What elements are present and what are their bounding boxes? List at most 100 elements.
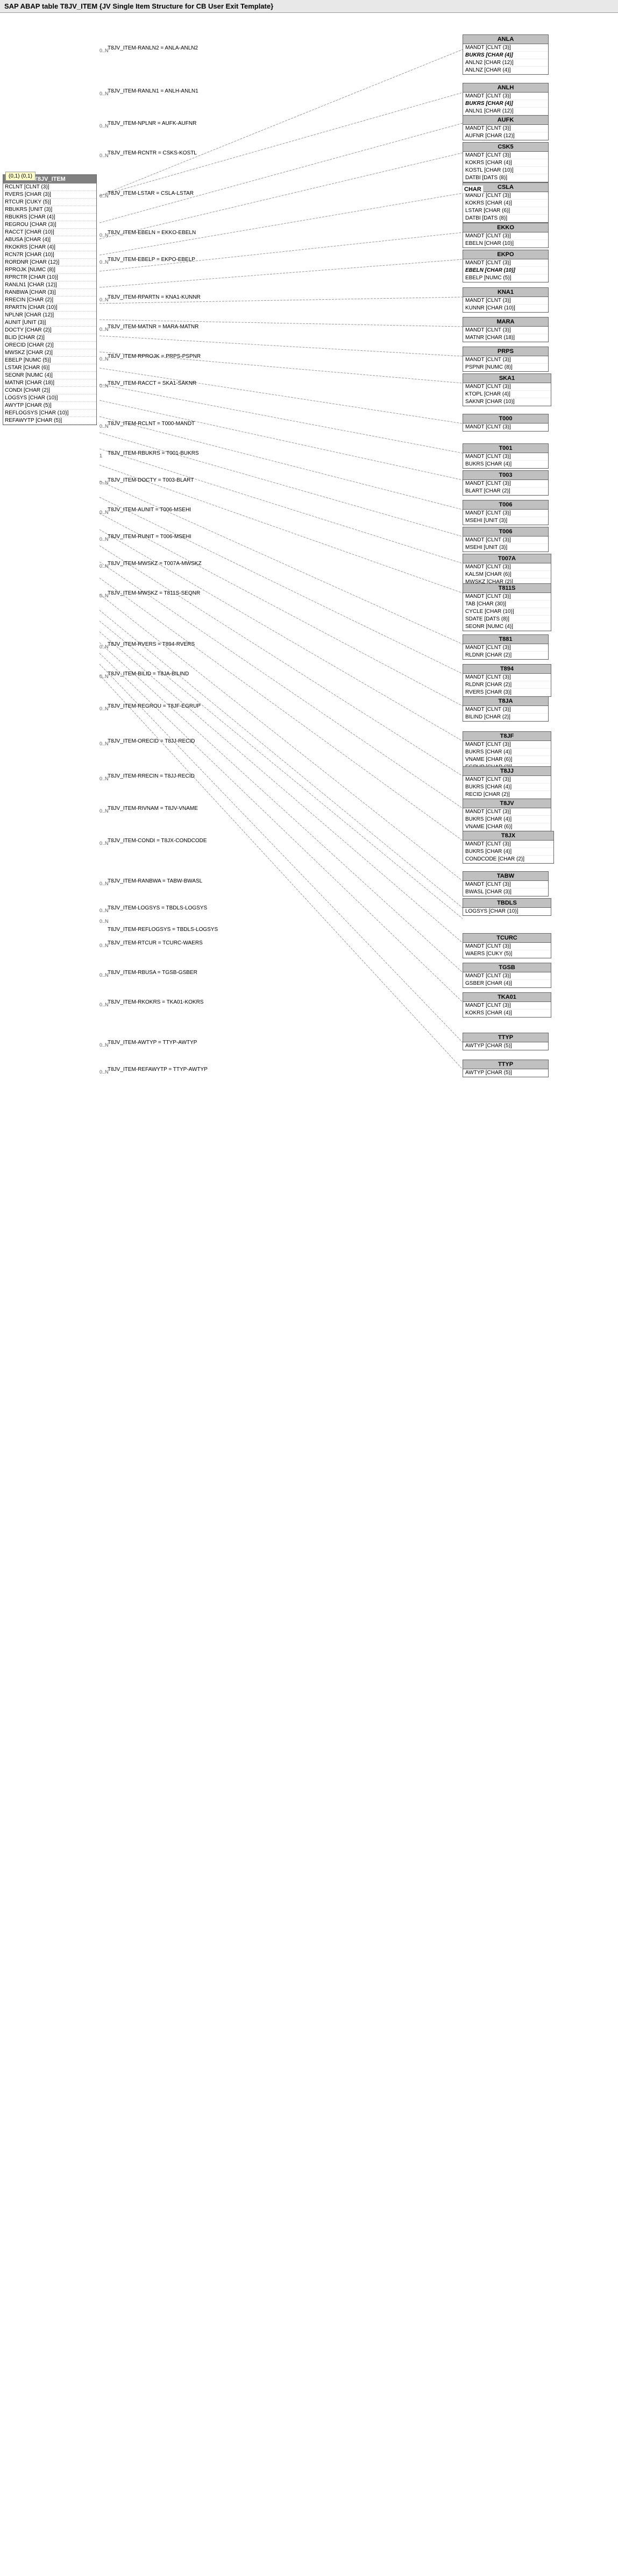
mult-0n-prps: 0..N [100, 356, 109, 362]
t006r-msehi: MSEHI [UNIT (3)] [463, 544, 548, 552]
table-t001: T001 MANDT [CLNT (3)] BUKRS [CHAR (4)] [463, 443, 549, 469]
table-tabw: TABW MANDT [CLNT (3)] BWASL [CHAR (3)] [463, 871, 549, 897]
table-ekpo: EKPO MANDT [CLNT (3)] EBELN [CHAR (10)] … [463, 250, 549, 283]
anlh-anln1: ANLN1 [CHAR (12)] [463, 108, 548, 115]
table-ekko-header: EKKO [463, 223, 548, 232]
assoc-matnr: T8JV_ITEM-MATNR = MARA-MATNR [108, 324, 198, 330]
mult-0n-anlh: 0..N [100, 91, 109, 96]
table-tka01: TKA01 MANDT [CLNT (3)] KOKRS [CHAR (4)] [463, 992, 551, 1018]
table-anlh: ANLH MANDT [CLNT (3)] BUKRS [CHAR (4)] A… [463, 83, 549, 116]
field-rvers: RVERS [CHAR (3)] [3, 191, 96, 199]
table-tcurc-header: TCURC [463, 934, 551, 943]
t003-blart: BLART [CHAR (2)] [463, 488, 548, 495]
field-reflogsys: REFLOGSYS [CHAR (10)] [3, 410, 96, 417]
table-t881: T881 MANDT [CLNT (3)] RLDNR [CHAR (2)] [463, 634, 549, 660]
table-t8ja: T8JA MANDT [CLNT (3)] BILIND [CHAR (2)] [463, 696, 549, 722]
csk5-mandt: MANDT [CLNT (3)] [463, 152, 548, 159]
mult-0n-t894: 0..N [100, 674, 109, 679]
table-t006-aunit-header: T006 [463, 500, 548, 510]
assoc-rtcur: T8JV_ITEM-RTCUR = TCURC-WAERS [108, 940, 203, 946]
table-tgsb-header: TGSB [463, 963, 551, 972]
field-aunit: AUNIT [UNIT (3)] [3, 319, 96, 327]
mult-0n-t8jx: 0..N [100, 841, 109, 846]
assoc-rpartn: T8JV_ITEM-RPARTN = KNA1-KUNNR [108, 294, 201, 300]
mult-0n-kna1: 0..N [100, 297, 109, 302]
t000-mandt: MANDT [CLNT (3)] [463, 424, 548, 431]
assoc-ranln1: T8JV_ITEM-RANLN1 = ANLH-ANLN1 [108, 88, 198, 94]
table-t006-aunit: T006 MANDT [CLNT (3)] MSEHI [UNIT (3)] [463, 500, 549, 525]
table-ska1-header: SKA1 [463, 374, 551, 383]
table-t8jj-rrecin: T8JV MANDT [CLNT (3)] BUKRS [CHAR (4)] V… [463, 799, 551, 831]
prps-mandt: MANDT [CLNT (3)] [463, 356, 548, 364]
csla-lstar: LSTAR [CHAR (6)] [463, 207, 548, 215]
t811s-sdate: SDATE [DATS (8)] [463, 616, 551, 623]
assoc-ranbwa: T8JV_ITEM-RANBWA = TABW-BWASL [108, 878, 202, 884]
t8jj-mandt: MANDT [CLNT (3)] [463, 776, 551, 784]
assoc-ebeln: T8JV_ITEM-EBELN = EKKO-EBELN [108, 230, 196, 236]
t8jj-recid: RECID [CHAR (2)] [463, 791, 551, 799]
t894-mandt: MANDT [CLNT (3)] [463, 674, 551, 681]
t8ja-bilind: BILIND [CHAR (2)] [463, 714, 548, 721]
csla-datbi: DATBI [DATS (8)] [463, 215, 548, 222]
mult-0n-tbdls: 0..N [100, 908, 109, 913]
table-t811s-header: T811S [463, 584, 551, 593]
anlh-mandt: MANDT [CLNT (3)] [463, 93, 548, 100]
assoc-rprojk: T8JV_ITEM-RPROJK = PRPS-PSPNR [108, 354, 201, 359]
table-ttyp-awtyp: TTYP AWTYP [CHAR (5)] [463, 1033, 549, 1050]
field-logsys: LOGSYS [CHAR (10)] [3, 394, 96, 402]
assoc-rivnam: T8JV_ITEM-RIVNAM = T8JV-VNAME [108, 806, 198, 811]
table-ska1: SKA1 MANDT [CLNT (3)] KTOPL [CHAR (4)] S… [463, 373, 551, 406]
field-regrou: REGROU [CHAR (3)] [3, 221, 96, 229]
mara-matnr: MATNR [CHAR (18)] [463, 334, 548, 342]
assoc-condi: T8JV_ITEM-CONDI = T8JX-CONDCODE [108, 838, 207, 844]
tbdls-logsys: LOGSYS [CHAR (10)] [463, 908, 551, 915]
mult-0n-tcurc: 0..N [100, 943, 109, 948]
table-t894-header: T894 [463, 665, 551, 674]
mara-mandt: MANDT [CLNT (3)] [463, 327, 548, 334]
mult-0n-t8jv: 0..N [100, 808, 109, 814]
table-t8jf-header: T8JF [463, 732, 551, 741]
table-tabw-header: TABW [463, 872, 548, 881]
assoc-refawytp: T8JV_ITEM-REFAWYTP = TTYP-AWTYP [108, 1067, 208, 1072]
mult-0n-tabw: 0..N [100, 881, 109, 886]
mult-0n-t8ja: 0..N [100, 706, 109, 711]
t811s-cycle: CYCLE [CHAR (10)] [463, 608, 551, 616]
assoc-bilid: T8JV_ITEM-BILID = T8JA-BILIND [108, 671, 189, 677]
field-blid: BLID [CHAR (2)] [3, 334, 96, 342]
t811s-tab: TAB [CHAR (30)] [463, 601, 551, 608]
mult-0n-t000: 0..N [100, 424, 109, 429]
t881-mandt: MANDT [CLNT (3)] [463, 644, 548, 652]
assoc-regrou: T8JV_ITEM-REGROU = T8JF-EGRUP [108, 703, 201, 709]
diagram-container: T8JV_ITEM RCLNT [CLNT (3)] RVERS [CHAR (… [0, 13, 618, 2542]
assoc-racct: T8JV_ITEM-RACCT = SKA1-SAKNR [108, 380, 196, 386]
assoc-ranln2: T8JV_ITEM-RANLN2 = ANLA-ANLN2 [108, 45, 198, 51]
field-rprctr: RPRCTR [CHAR (10)] [3, 274, 96, 281]
table-prps: PRPS MANDT [CLNT (3)] PSPNR [NUMC (8)] [463, 347, 549, 372]
assoc-rrecin: T8JV_ITEM-RRECIN = T8JJ-RECID [108, 773, 195, 779]
table-t000-header: T000 [463, 414, 548, 424]
ekko-ebeln: EBELN [CHAR (10)] [463, 240, 548, 248]
mult-0n-t003: 0..N [100, 480, 109, 485]
tabw-mandt: MANDT [CLNT (3)] [463, 881, 548, 888]
assoc-awtyp: T8JV_ITEM-AWTYP = TTYP-AWTYP [108, 1040, 197, 1046]
table-t006-runit: T006 MANDT [CLNT (3)] MSEHI [UNIT (3)] [463, 527, 549, 552]
t894-rldnr: RLDNR [CHAR (2)] [463, 681, 551, 689]
t8jx-condcode: CONDCODE [CHAR (2)] [463, 856, 553, 863]
t8jj-bukrs: BUKRS [CHAR (4)] [463, 784, 551, 791]
ska1-mandt: MANDT [CLNT (3)] [463, 383, 551, 391]
assoc-ebelp: T8JV_ITEM-EBELP = EKPO-EBELP [108, 257, 195, 263]
mult-0n-ttyp: 0..N [100, 1042, 109, 1048]
field-racct: RACCT [CHAR (10)] [3, 229, 96, 236]
mult-0n-ttyp2: 0..N [100, 1069, 109, 1075]
assoc-rbukrs: T8JV_ITEM-RBUKRS = T001-BUKRS [108, 450, 199, 456]
field-nplnr: NPLNR [CHAR (12)] [3, 312, 96, 319]
mult-0n-anla: 0..N [100, 48, 109, 53]
table-t8jf: T8JF MANDT [CLNT (3)] BUKRS [CHAR (4)] V… [463, 731, 551, 772]
table-t006-runit-header: T006 [463, 527, 548, 537]
field-orecid: ORECID [CHAR (2)] [3, 342, 96, 349]
char-label: CHAR [462, 185, 484, 194]
mult-0n-ekpo: 0..N [100, 259, 109, 265]
tooltip-box: (0,1) (0,1) [5, 172, 35, 181]
field-refawytp: REFAWYTP [CHAR (5)] [3, 417, 96, 425]
t006-mandt: MANDT [CLNT (3)] [463, 510, 548, 517]
